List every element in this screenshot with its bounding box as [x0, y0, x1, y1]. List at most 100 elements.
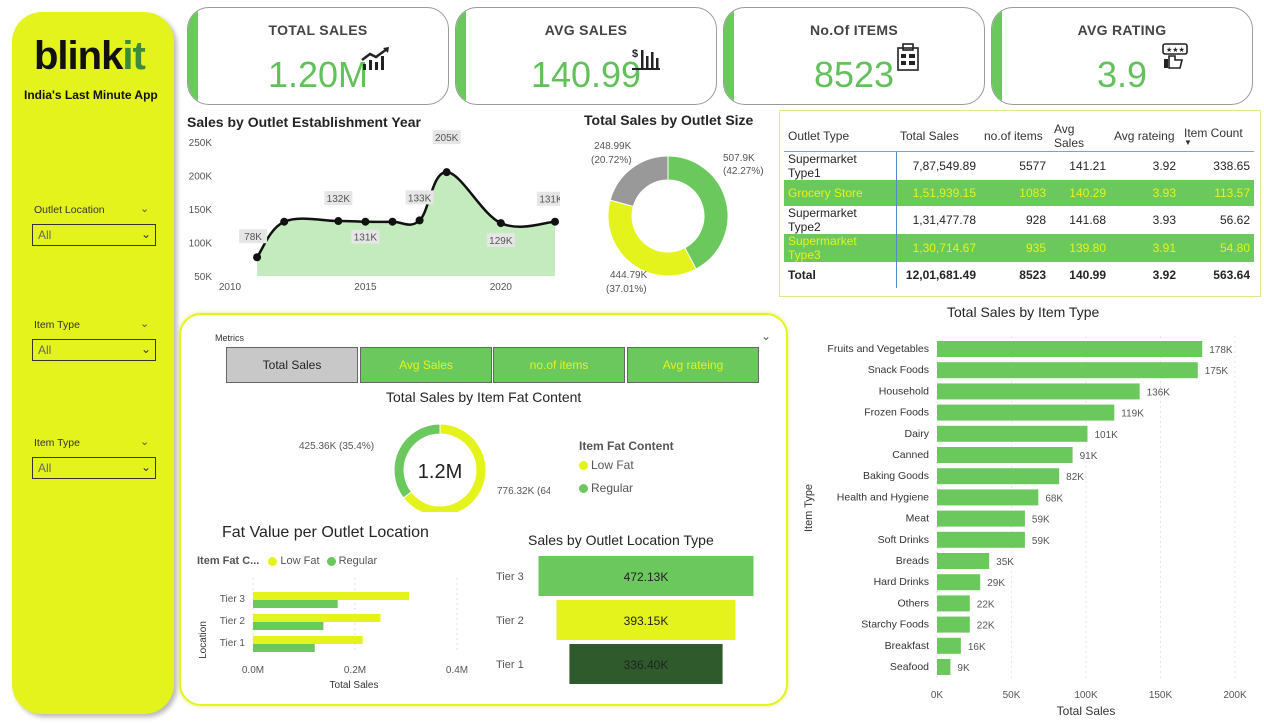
table-row[interactable]: Grocery Store 1,51,939.15 1083 140.29 3.93 11… [784, 179, 1254, 206]
column-header-outlet-type[interactable]: Outlet Type [784, 121, 896, 152]
column-header-avg-sales[interactable]: Avg Sales [1050, 121, 1110, 152]
legend-dot [579, 484, 588, 494]
column-header-item-count[interactable]: Item Count ▼ [1180, 121, 1254, 152]
column-header-no-of-items[interactable]: no.of items [980, 121, 1050, 152]
kpi-card-avg-rating: AVG RATING 3.9 ★★★ [991, 7, 1253, 105]
slicer-label-item-type: Item Type [34, 319, 80, 331]
bar[interactable] [937, 341, 1203, 357]
slice-high[interactable] [607, 199, 697, 277]
bar[interactable] [937, 425, 1088, 442]
table-row[interactable]: Supermarket Type1 7,87,549.89 5577 141.21 3.… [784, 151, 1254, 180]
x-tick-label: 2020 [490, 282, 513, 293]
bar-regular[interactable] [253, 622, 324, 630]
data-label: 78K [244, 232, 262, 243]
chevron-down-icon[interactable]: ⌄ [140, 317, 149, 330]
bar[interactable] [937, 616, 970, 633]
data-label: 133K [408, 193, 432, 204]
y-tick-label: Fruits and Vegetables [827, 343, 929, 355]
metric-button-avg-rateing[interactable]: Avg rateing [627, 347, 759, 383]
tagline: India's Last Minute App [24, 88, 158, 102]
legend-low-fat[interactable]: Low Fat [280, 555, 319, 567]
chevron-down-icon[interactable]: ⌄ [140, 435, 149, 448]
chevron-down-icon: ⌄ [140, 227, 151, 241]
x-axis-label: Total Sales [330, 680, 379, 690]
bar[interactable] [937, 489, 1039, 506]
data-label: 82K [1066, 472, 1084, 483]
data-point[interactable] [415, 216, 424, 225]
data-point[interactable] [496, 219, 505, 228]
x-tick-label: 50K [1003, 690, 1021, 701]
table-cell: 935 [980, 233, 1050, 262]
legend-low-fat[interactable]: Low Fat [579, 458, 634, 472]
table-cell: 113.57 [1180, 179, 1254, 206]
bar[interactable] [937, 637, 961, 654]
bar-low-fat[interactable] [253, 614, 381, 622]
chevron-down-icon: ⌄ [140, 460, 151, 474]
chevron-down-icon[interactable]: ⌄ [761, 329, 771, 343]
funnel-data-label: 393.15K [624, 614, 669, 628]
bar-low-fat[interactable] [253, 592, 410, 600]
bar[interactable] [937, 595, 970, 612]
location-type-funnel: Tier 3 472.13K Tier 2 393.15K Tier 1 336.40K [496, 556, 754, 684]
data-point[interactable] [253, 253, 262, 262]
data-point[interactable] [388, 217, 397, 226]
legend-regular[interactable]: Regular [339, 555, 378, 567]
chevron-down-icon[interactable]: ⌄ [140, 202, 149, 215]
outlet-location-dropdown[interactable]: All ⌄ [32, 224, 156, 246]
slicer-label-outlet-location: Outlet Location [34, 204, 105, 216]
bar[interactable] [937, 404, 1115, 421]
data-point[interactable] [361, 217, 370, 226]
metrics-label: Metrics [215, 333, 244, 343]
y-tick-label: Baking Goods [863, 470, 929, 482]
x-axis-label: Total Sales [1057, 704, 1116, 718]
bar[interactable] [937, 447, 1073, 463]
data-label: 35K [996, 557, 1014, 568]
bar[interactable] [937, 553, 990, 569]
data-point[interactable] [551, 217, 559, 226]
legend-dot [326, 556, 336, 566]
data-point[interactable] [442, 168, 451, 177]
metric-button-total-sales[interactable]: Total Sales [226, 347, 358, 383]
y-tick-label: 250K [189, 138, 213, 149]
bar[interactable] [937, 574, 981, 591]
slicer-label-item-type-2: Item Type [34, 437, 80, 449]
column-header-total-sales[interactable]: Total Sales [896, 121, 980, 152]
outlet-size-donut: 507.9K (42.27%) 444.79K (37.01%) 248.99K… [591, 141, 764, 295]
x-tick-label: 0.0M [242, 665, 264, 676]
bar-low-fat[interactable] [253, 636, 363, 644]
item-type-dropdown[interactable]: All ⌄ [32, 339, 156, 361]
bar-regular[interactable] [253, 644, 315, 652]
table-row[interactable]: Supermarket Type3 1,30,714.67 935 139.80 3.9… [784, 233, 1254, 262]
bar[interactable] [937, 383, 1140, 400]
metric-button-avg-sales[interactable]: Avg Sales [360, 347, 492, 383]
location-type-chart-title: Sales by Outlet Location Type [528, 532, 714, 548]
table-cell: 3.93 [1152, 212, 1176, 227]
outlet-type-table: Outlet Type Total Sales no.of items Avg … [784, 121, 1254, 288]
table-cell: 3.93 [1110, 179, 1180, 206]
table-cell: 1,31,477.78 [912, 212, 976, 227]
bar-regular[interactable] [253, 600, 338, 608]
y-tick-label: 200K [189, 172, 213, 183]
y-tick-label: Frozen Foods [864, 407, 929, 419]
column-header-avg-rateing[interactable]: Avg rateing [1110, 121, 1180, 152]
bar[interactable] [937, 510, 1025, 527]
data-point[interactable] [280, 217, 289, 226]
kpi-title: AVG RATING [1077, 22, 1167, 38]
y-tick-label: Snack Foods [868, 364, 929, 376]
bar[interactable] [937, 362, 1198, 379]
bar[interactable] [937, 468, 1060, 485]
item-type-dropdown-2[interactable]: All ⌄ [32, 457, 156, 479]
metric-button-no-of-items[interactable]: no.of items [493, 347, 625, 383]
legend-regular[interactable]: Regular [579, 481, 633, 495]
data-label: 132K [327, 194, 351, 205]
table-cell: 54.80 [1180, 233, 1254, 262]
table-cell: 1,30,714.67 [896, 233, 980, 262]
data-point[interactable] [334, 217, 343, 226]
table-row[interactable]: Supermarket Type2 1,31,477.78 928 141.68 3.9… [784, 205, 1254, 234]
bar[interactable] [937, 531, 1025, 548]
bar[interactable] [937, 659, 951, 675]
data-label: 22K [977, 621, 995, 632]
x-tick-label: 0.4M [446, 665, 468, 676]
table-cell: 928 [1025, 212, 1046, 227]
item-type-chart-title: Total Sales by Item Type [947, 304, 1100, 320]
